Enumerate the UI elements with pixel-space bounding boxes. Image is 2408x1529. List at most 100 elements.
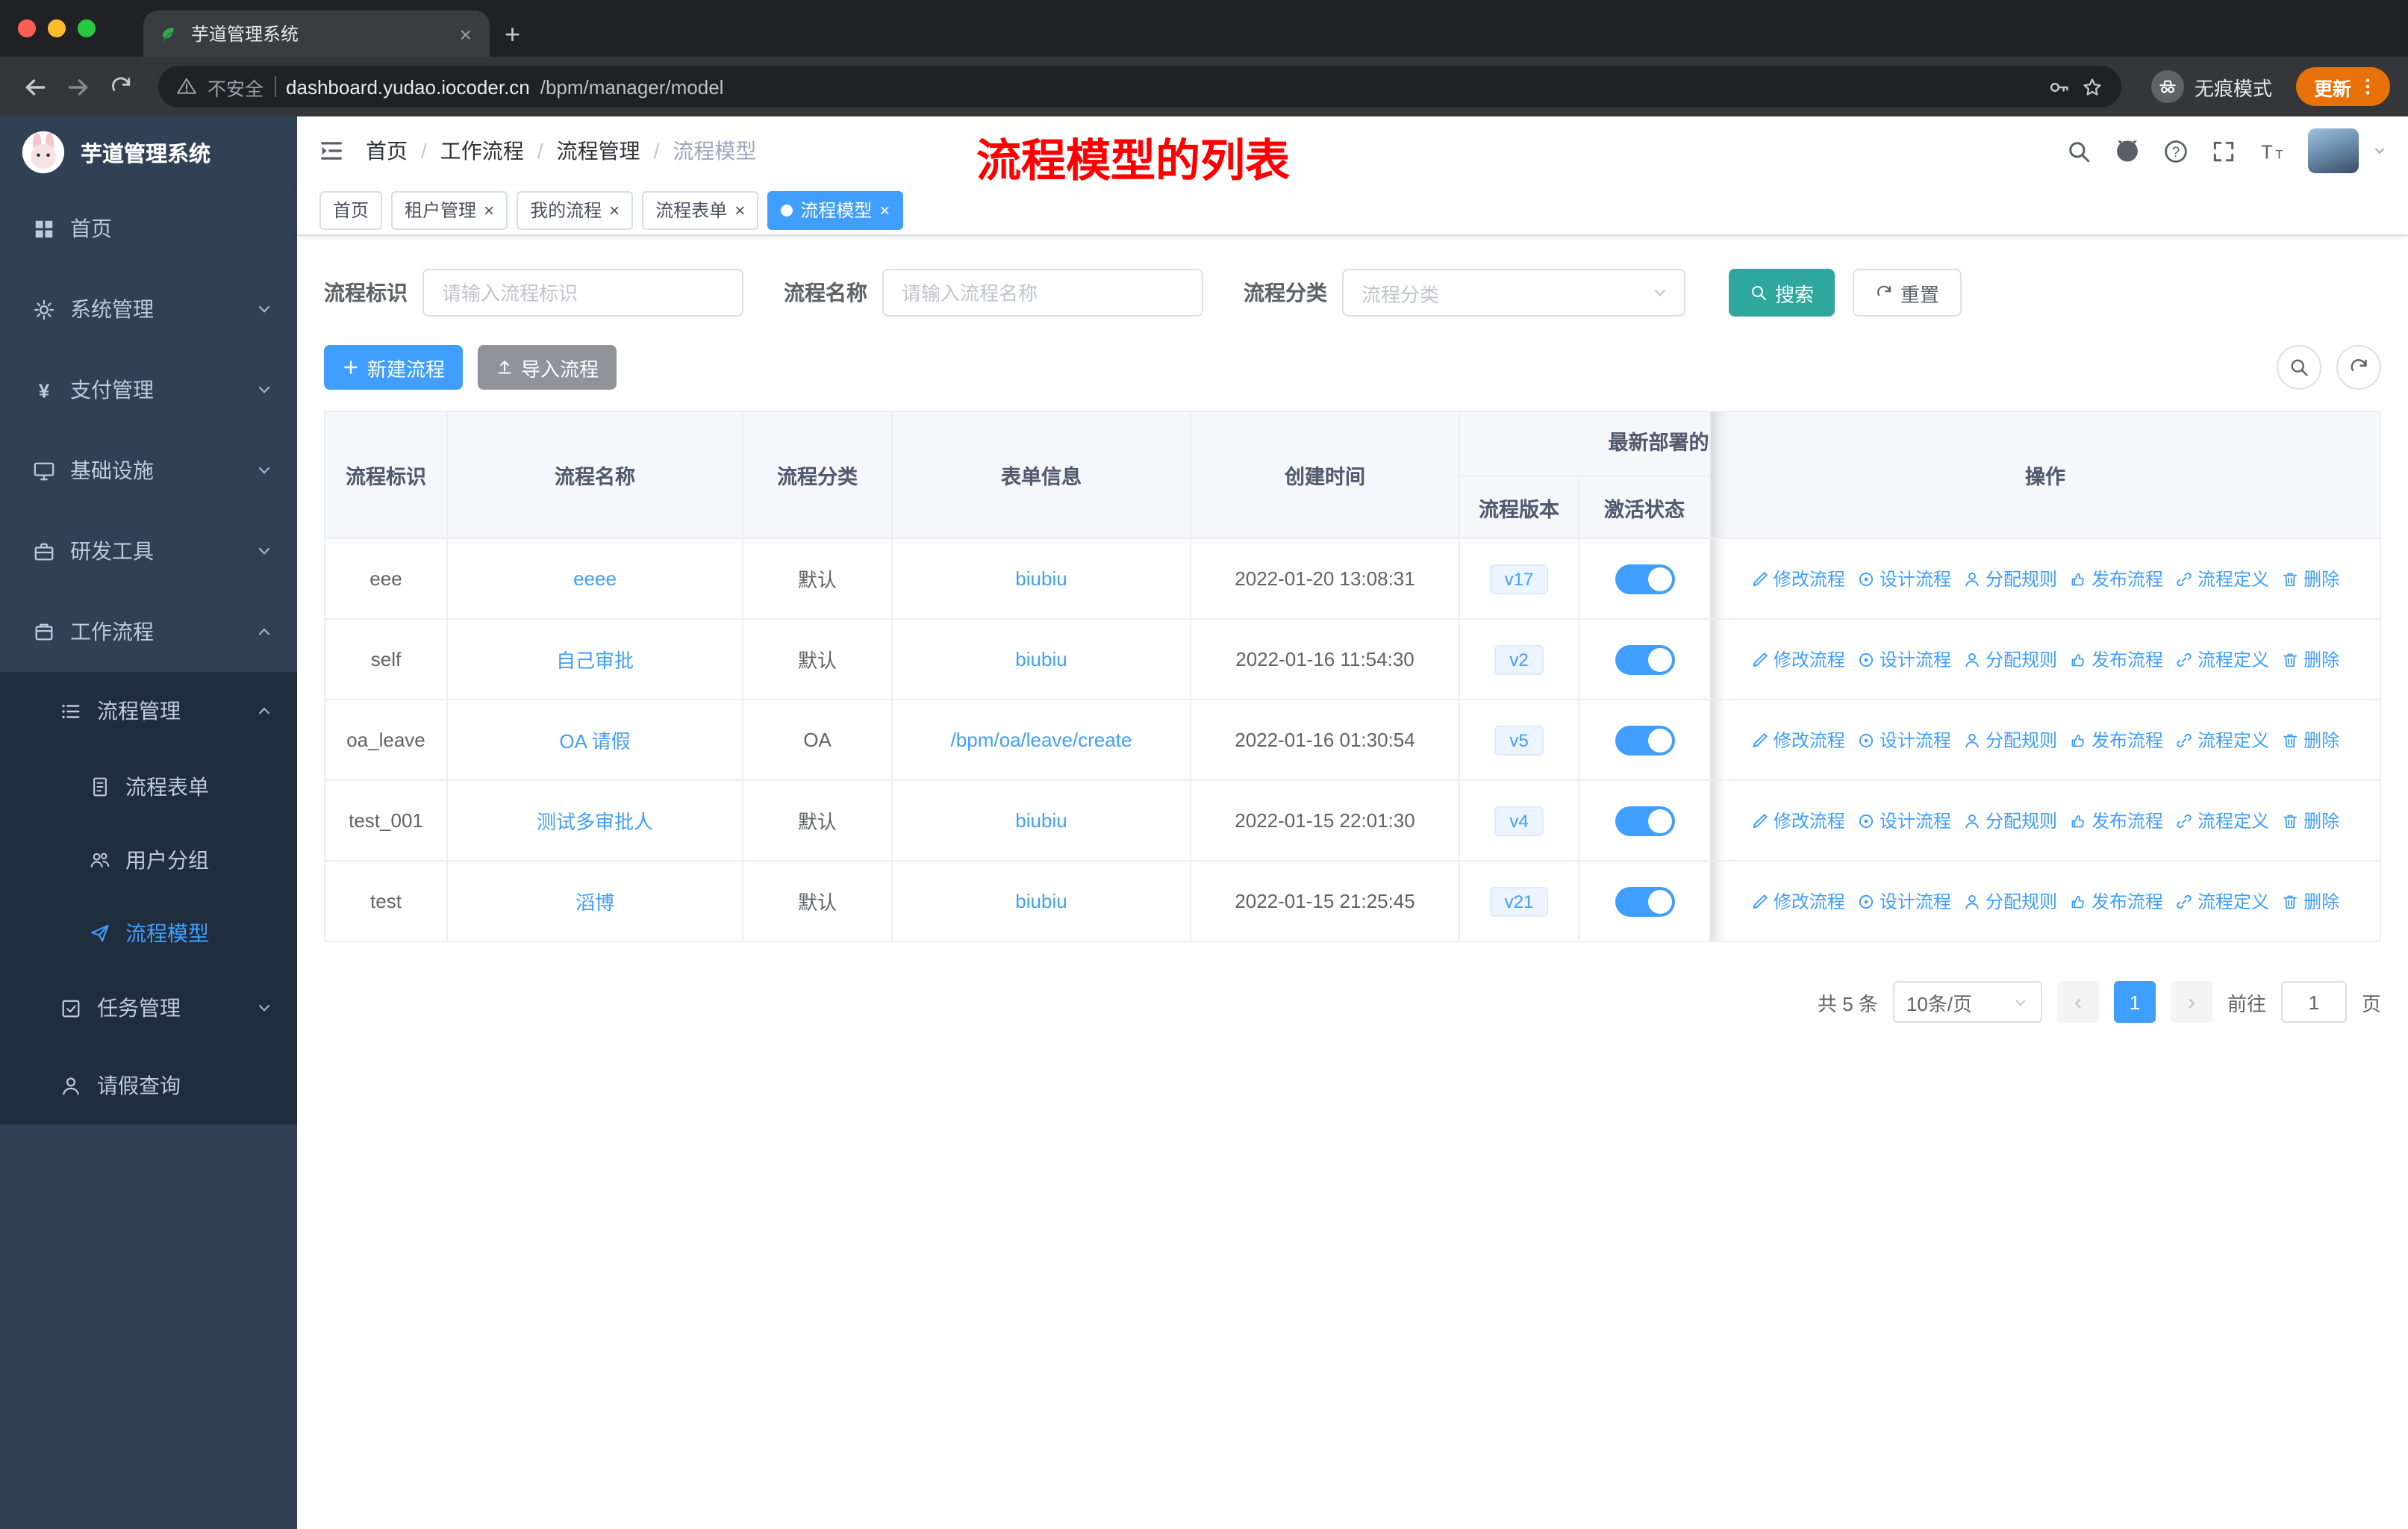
close-window-button[interactable] [18, 19, 36, 37]
incognito-profile-chip[interactable]: 无痕模式 [2142, 70, 2281, 103]
form-info-link[interactable]: /bpm/oa/leave/create [893, 700, 1191, 781]
breadcrumb-home[interactable]: 首页 [366, 136, 408, 166]
sidebar-item-system-management[interactable]: 系统管理 [0, 269, 297, 349]
new-tab-button[interactable]: + [490, 21, 538, 57]
search-button[interactable]: 搜索 [1729, 269, 1835, 317]
address-bar[interactable]: 不安全 dashboard.yudao.iocoder.cn/bpm/manag… [158, 66, 2121, 108]
process-name-link[interactable]: 自己审批 [448, 620, 743, 700]
sidebar-item-payment-management[interactable]: ¥ 支付管理 [0, 349, 297, 430]
row-action-design[interactable]: 设计流程 [1857, 566, 1951, 591]
prev-page-button[interactable]: ‹ [2056, 981, 2099, 1023]
sidebar-item-dev-tools[interactable]: 研发工具 [0, 511, 297, 591]
row-action-define[interactable]: 流程定义 [2175, 888, 2269, 914]
row-action-delete[interactable]: 删除 [2281, 888, 2339, 914]
row-action-design[interactable]: 设计流程 [1857, 808, 1951, 833]
row-action-design[interactable]: 设计流程 [1857, 888, 1951, 914]
help-icon[interactable]: ? [2163, 138, 2189, 164]
row-action-delete[interactable]: 删除 [2281, 566, 2339, 591]
sidebar-item-workflow[interactable]: 工作流程 [0, 591, 297, 672]
row-action-assign[interactable]: 分配规则 [1963, 727, 2057, 753]
tag-close-icon[interactable]: × [734, 201, 745, 219]
page-size-select[interactable]: 10条/页 [1892, 981, 2042, 1023]
process-category-select[interactable]: 流程分类 [1342, 269, 1685, 317]
tag-close-icon[interactable]: × [484, 201, 494, 219]
sidebar-item-leave-query[interactable]: 请假查询 [0, 1047, 297, 1124]
show-search-button[interactable] [2277, 345, 2321, 390]
goto-page-input[interactable] [2280, 981, 2347, 1023]
row-action-delete[interactable]: 删除 [2281, 727, 2339, 753]
row-action-edit[interactable]: 修改流程 [1751, 566, 1845, 591]
row-action-publish[interactable]: 发布流程 [2069, 727, 2163, 753]
process-name-link[interactable]: OA 请假 [448, 700, 743, 781]
row-action-assign[interactable]: 分配规则 [1963, 647, 2057, 672]
row-action-assign[interactable]: 分配规则 [1963, 888, 2057, 914]
row-action-delete[interactable]: 删除 [2281, 808, 2339, 833]
sidebar-item-infrastructure[interactable]: 基础设施 [0, 430, 297, 511]
fullscreen-icon[interactable] [2211, 138, 2236, 164]
row-action-define[interactable]: 流程定义 [2175, 808, 2269, 833]
sidebar-fold-icon[interactable] [297, 116, 366, 185]
github-icon[interactable] [2114, 137, 2141, 164]
row-action-publish[interactable]: 发布流程 [2069, 888, 2163, 914]
row-action-design[interactable]: 设计流程 [1857, 727, 1951, 753]
row-action-assign[interactable]: 分配规则 [1963, 808, 2057, 833]
active-toggle[interactable] [1615, 886, 1674, 916]
active-toggle[interactable] [1615, 644, 1674, 674]
tag-process-model[interactable]: 流程模型 × [767, 190, 904, 229]
active-toggle[interactable] [1615, 564, 1674, 594]
row-action-edit[interactable]: 修改流程 [1751, 888, 1845, 914]
process-name-input[interactable] [882, 269, 1203, 317]
process-name-link[interactable]: 滔博 [448, 862, 743, 942]
reset-button[interactable]: 重置 [1853, 269, 1962, 317]
tag-process-form[interactable]: 流程表单 × [642, 190, 759, 229]
row-action-delete[interactable]: 删除 [2281, 647, 2339, 672]
next-page-button[interactable]: › [2170, 981, 2212, 1023]
row-action-define[interactable]: 流程定义 [2175, 727, 2269, 753]
bookmark-star-icon[interactable] [2081, 75, 2103, 98]
font-size-icon[interactable]: TT [2259, 138, 2286, 164]
row-action-edit[interactable]: 修改流程 [1751, 808, 1845, 833]
form-info-link[interactable]: biubiu [893, 539, 1191, 620]
row-action-publish[interactable]: 发布流程 [2069, 647, 2163, 672]
breadcrumb-process-management[interactable]: 流程管理 [557, 136, 640, 166]
row-action-edit[interactable]: 修改流程 [1751, 647, 1845, 672]
row-action-define[interactable]: 流程定义 [2175, 647, 2269, 672]
tag-close-icon[interactable]: × [609, 201, 620, 219]
row-action-publish[interactable]: 发布流程 [2069, 808, 2163, 833]
row-action-assign[interactable]: 分配规则 [1963, 566, 2057, 591]
tag-home[interactable]: 首页 [319, 190, 383, 229]
user-avatar[interactable] [2308, 128, 2359, 173]
process-name-link[interactable]: 测试多审批人 [448, 781, 743, 862]
sidebar-item-process-form[interactable]: 流程表单 [0, 750, 297, 823]
tag-my-process[interactable]: 我的流程 × [517, 190, 634, 229]
sidebar-item-user-group[interactable]: 用户分组 [0, 823, 297, 896]
password-key-icon[interactable] [2048, 75, 2071, 98]
back-icon[interactable] [18, 69, 52, 104]
process-id-input[interactable] [422, 269, 743, 317]
sidebar-item-home[interactable]: 首页 [0, 188, 297, 269]
active-toggle[interactable] [1615, 725, 1674, 755]
current-page-button[interactable]: 1 [2113, 981, 2156, 1023]
tag-close-icon[interactable]: × [879, 201, 890, 219]
header-search-icon[interactable] [2066, 138, 2092, 164]
active-toggle[interactable] [1615, 806, 1674, 835]
form-info-link[interactable]: biubiu [893, 862, 1191, 942]
tab-close-icon[interactable]: × [457, 22, 475, 46]
row-action-design[interactable]: 设计流程 [1857, 647, 1951, 672]
forward-icon[interactable] [61, 69, 96, 104]
process-name-link[interactable]: eeee [448, 539, 743, 620]
maximize-window-button[interactable] [78, 19, 96, 37]
form-info-link[interactable]: biubiu [893, 620, 1191, 700]
create-process-button[interactable]: 新建流程 [324, 345, 464, 390]
row-action-publish[interactable]: 发布流程 [2069, 566, 2163, 591]
menu-dots-icon[interactable] [2357, 76, 2378, 97]
form-info-link[interactable]: biubiu [893, 781, 1191, 862]
browser-tab[interactable]: 芋道管理系统 × [143, 10, 490, 57]
sidebar-item-task-management[interactable]: 任务管理 [0, 969, 297, 1047]
reload-icon[interactable] [105, 70, 137, 103]
import-process-button[interactable]: 导入流程 [478, 345, 617, 390]
sidebar-item-process-management[interactable]: 流程管理 [0, 672, 297, 750]
row-action-define[interactable]: 流程定义 [2175, 566, 2269, 591]
minimize-window-button[interactable] [48, 19, 66, 37]
refresh-table-button[interactable] [2336, 345, 2381, 390]
